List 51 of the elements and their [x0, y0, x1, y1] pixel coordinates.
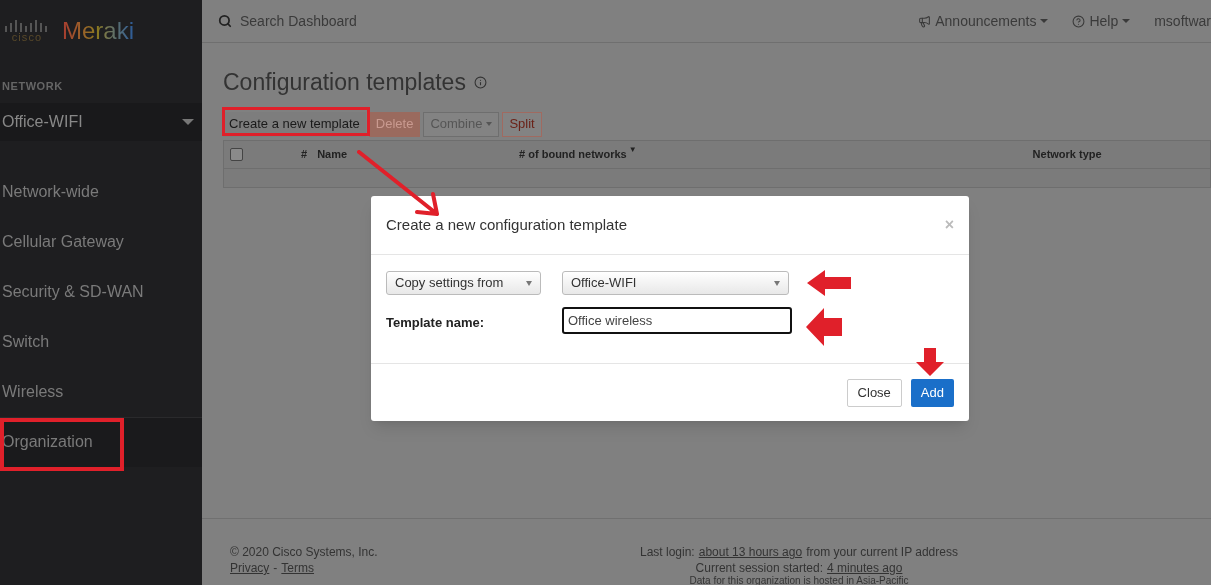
nav-item[interactable]: Organization [0, 416, 202, 467]
column-header[interactable]: # of bound networks ▼ [519, 145, 637, 163]
login-label: Last login: [640, 544, 695, 560]
nav-item[interactable]: Security & SD-WAN [0, 266, 202, 317]
column-header[interactable]: Network type [1032, 145, 1102, 163]
network-select[interactable]: Office-WIFI [0, 102, 202, 141]
annotation-arrow [806, 308, 842, 346]
caret-icon [1122, 19, 1131, 23]
caret-icon [182, 118, 194, 125]
sort-indicator: ▼ [628, 145, 637, 154]
nav-item[interactable]: Wireless [0, 366, 202, 417]
megaphone-icon [918, 14, 932, 28]
separator-text: - [273, 560, 278, 576]
copyright-text: © 2020 Cisco Systems, Inc. [230, 544, 379, 560]
toolbar-button[interactable]: Split [502, 111, 542, 137]
privacy-link[interactable]: Privacy [230, 560, 270, 576]
bars-icon [4, 19, 50, 32]
cisco-logo: cisco [4, 19, 50, 43]
login-time-link[interactable]: about 13 hours ago [698, 544, 803, 560]
nav-item[interactable]: Network-wide [0, 166, 202, 217]
caret-icon [1040, 19, 1049, 23]
session-label: Current session started: [695, 560, 823, 576]
column-header[interactable]: # [301, 145, 308, 163]
search-field[interactable]: Search Dashboard [240, 10, 540, 32]
column-header[interactable]: Name [317, 145, 348, 163]
nav-item[interactable]: Cellular Gateway [0, 216, 202, 267]
select-all-checkbox[interactable] [230, 147, 243, 161]
help-icon [1072, 14, 1086, 28]
network-select[interactable]: Office-WIFI [562, 271, 789, 295]
field-label: Template name: [386, 314, 485, 332]
menu-button[interactable]: Help [1072, 10, 1131, 32]
dialog-button[interactable]: Close [846, 378, 902, 407]
search-icon [218, 14, 232, 28]
template-name-field[interactable]: Office wireless [562, 307, 792, 334]
caret-icon [526, 280, 532, 286]
section-label: NETWORK [1, 79, 64, 94]
menu-button[interactable]: Announcements [918, 10, 1049, 32]
session-time-link[interactable]: 4 minutes ago [827, 560, 903, 576]
caret-icon [774, 280, 780, 286]
modal-title: Create a new configuration template [386, 214, 627, 235]
user-menu[interactable]: msoftwar [1154, 10, 1211, 32]
terms-link[interactable]: Terms [281, 560, 314, 576]
info-icon [473, 75, 487, 89]
copy-settings-select[interactable]: Copy settings from [386, 271, 541, 295]
page-title: Configuration templates [223, 68, 466, 97]
nav-item[interactable]: Switch [0, 316, 202, 367]
login-text: from your current IP address [806, 544, 958, 560]
caret-icon [486, 122, 493, 126]
annotation-arrow [916, 348, 944, 376]
annotation-arrow [807, 270, 851, 296]
dialog-button[interactable]: Add [910, 378, 954, 407]
